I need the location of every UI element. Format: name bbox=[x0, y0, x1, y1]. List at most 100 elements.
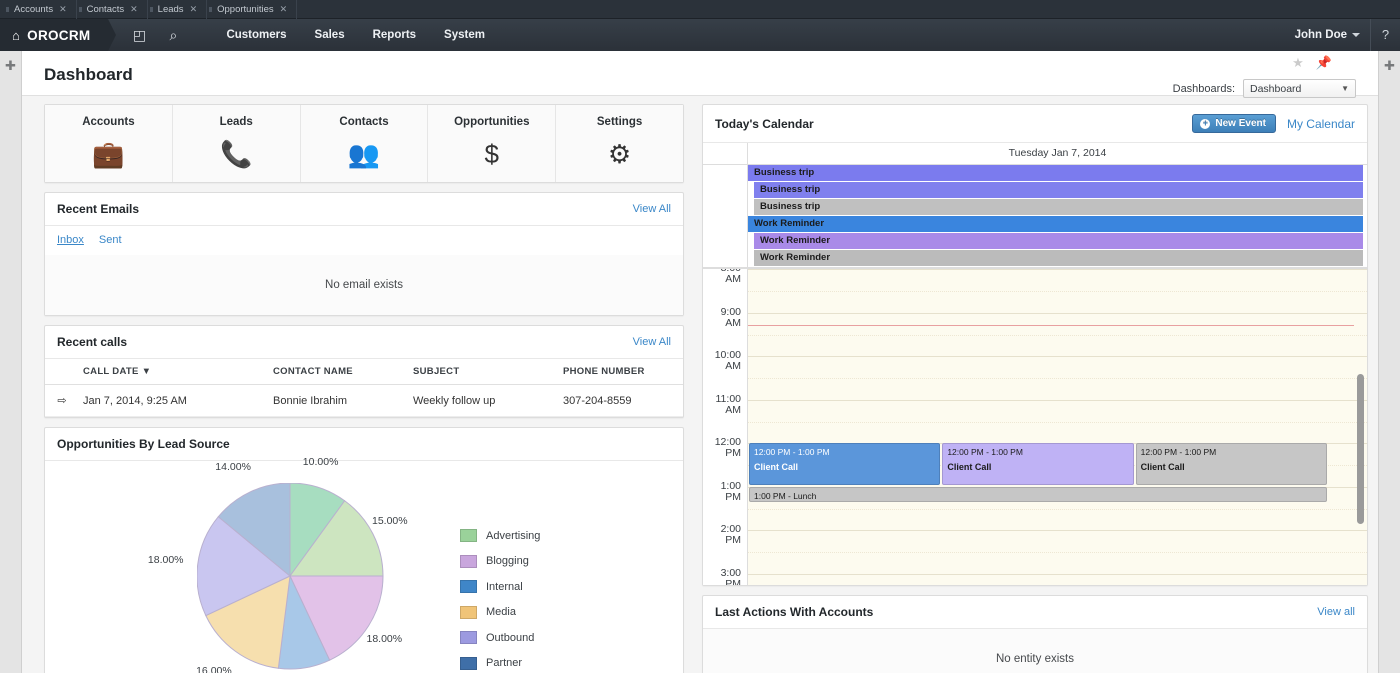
pie-label-media: 16.00% bbox=[196, 665, 232, 673]
email-tab-inbox[interactable]: Inbox bbox=[57, 234, 84, 246]
hour-label: 8:00 AM bbox=[703, 269, 748, 307]
calendar-event[interactable]: 12:00 PM - 1:00 PM Client Call bbox=[942, 443, 1134, 485]
table-header: CALL DATE ▼ CONTACT NAME SUBJECT PHONE NUMB… bbox=[45, 359, 683, 385]
hour-cell[interactable] bbox=[748, 530, 1367, 574]
accounts-icon: 💼 bbox=[92, 139, 125, 169]
pie-label-blogging: 18.00% bbox=[366, 632, 403, 645]
search-icon[interactable]: ⌕ bbox=[156, 19, 190, 51]
quick-launch-tiles: Accounts 💼 Leads 📞 Contacts 👥 Opportunit… bbox=[45, 105, 683, 182]
leads-icon: 📞 bbox=[220, 139, 253, 169]
contact-name-link[interactable]: Bonnie Ibrahim bbox=[269, 384, 409, 417]
event-time: 12:00 PM - 1:00 PM bbox=[1140, 447, 1217, 457]
legend-swatch bbox=[460, 554, 477, 568]
nav-item-customers[interactable]: Customers bbox=[212, 19, 300, 51]
legend-item-advertising[interactable]: Advertising bbox=[460, 529, 540, 542]
legend-label: Internal bbox=[486, 580, 523, 593]
tile-label: Accounts bbox=[82, 116, 135, 128]
recent-calls-header: Recent calls View All bbox=[45, 326, 683, 359]
nav-item-system[interactable]: System bbox=[430, 19, 499, 51]
add-left-panel-icon[interactable]: ✚ bbox=[5, 58, 16, 73]
legend-item-blogging[interactable]: Blogging bbox=[460, 554, 540, 568]
calendar-gutter-spacer bbox=[703, 143, 748, 164]
pie-label-partner: 14.00% bbox=[215, 461, 251, 474]
call-subject-link[interactable]: Weekly follow up bbox=[409, 384, 559, 417]
chart-title: Opportunities By Lead Source bbox=[57, 437, 230, 451]
all-day-event[interactable]: Work Reminder bbox=[754, 250, 1363, 266]
hour-label: 9:00 AM bbox=[703, 306, 748, 350]
plus-circle-icon: + bbox=[1200, 118, 1211, 129]
hour-cell[interactable] bbox=[748, 269, 1367, 313]
user-menu[interactable]: John Doe bbox=[1285, 29, 1370, 41]
calendar-event[interactable]: 12:00 PM - 1:00 PM Client Call bbox=[749, 443, 941, 485]
favorite-star-icon[interactable]: ★ bbox=[1292, 55, 1304, 71]
table-col-0[interactable]: CALL DATE ▼ bbox=[79, 359, 269, 385]
nav-item-sales[interactable]: Sales bbox=[301, 19, 359, 51]
event-title: Client Call bbox=[754, 462, 799, 472]
legend-item-outbound[interactable]: Outbound bbox=[460, 631, 540, 644]
last-actions-view-all[interactable]: View all bbox=[1317, 606, 1355, 618]
calendar-event[interactable]: 12:00 PM - 1:00 PM Client Call bbox=[1135, 443, 1327, 485]
quick-launch-accounts[interactable]: Accounts 💼 bbox=[45, 105, 173, 182]
page-body: ✚ Dashboard ★ 📌 Dashboards: Dashboard ▼ bbox=[0, 51, 1400, 673]
all-day-event[interactable]: Business trip bbox=[748, 165, 1363, 181]
email-tab-sent[interactable]: Sent bbox=[99, 234, 122, 246]
pinned-tab-label: Leads bbox=[157, 3, 184, 15]
dashboard-select[interactable]: Dashboard ▼ bbox=[1243, 79, 1356, 98]
table-col-icon bbox=[45, 359, 79, 385]
legend-item-media[interactable]: Media bbox=[460, 605, 540, 619]
close-icon[interactable]: ✕ bbox=[130, 4, 138, 15]
brand-logo[interactable]: ⌂ OROCRM bbox=[0, 19, 117, 51]
calendar-scrollbar-thumb[interactable] bbox=[1357, 374, 1364, 524]
all-day-event[interactable]: Business trip bbox=[754, 182, 1363, 198]
hour-cell[interactable] bbox=[748, 356, 1367, 400]
calendar-hour-row: 10:00 AM bbox=[703, 350, 1367, 400]
quick-launch-opportunities[interactable]: Opportunities $ bbox=[428, 105, 557, 182]
all-day-event[interactable]: Work Reminder bbox=[754, 233, 1363, 249]
tile-label: Leads bbox=[219, 116, 253, 128]
recent-emails-empty: No email exists bbox=[45, 255, 683, 315]
pinned-tab-accounts[interactable]: Accounts ✕ bbox=[4, 0, 77, 19]
pinned-tab-leads[interactable]: Leads ✕ bbox=[148, 0, 208, 19]
calendar-event[interactable]: 1:00 PM - Lunch bbox=[749, 486, 1327, 502]
help-icon[interactable]: ? bbox=[1370, 19, 1400, 51]
hour-cell[interactable] bbox=[748, 399, 1367, 444]
legend-item-partner[interactable]: Partner bbox=[460, 656, 540, 670]
nav-item-reports[interactable]: Reports bbox=[359, 19, 430, 51]
hour-cell[interactable] bbox=[748, 573, 1367, 586]
quick-launch-leads[interactable]: Leads 📞 bbox=[173, 105, 301, 182]
table-body: ⇨ Jan 7, 2014, 9:25 AM Bonnie Ibrahim We… bbox=[45, 384, 683, 417]
legend-swatch bbox=[460, 529, 477, 542]
widget-columns: Accounts 💼 Leads 📞 Contacts 👥 Opportunit… bbox=[22, 96, 1378, 673]
calendar-hour-row: 11:00 AM bbox=[703, 393, 1367, 444]
pin-icon[interactable]: 📌 bbox=[1316, 55, 1332, 71]
hour-cell[interactable] bbox=[748, 312, 1367, 357]
legend-item-internal[interactable]: Internal bbox=[460, 580, 540, 593]
close-icon[interactable]: ✕ bbox=[59, 4, 67, 15]
email-folder-tabs: Inbox Sent bbox=[45, 226, 683, 255]
quick-launch-settings[interactable]: Settings ⚙ bbox=[556, 105, 683, 182]
add-right-panel-icon[interactable]: ✚ bbox=[1384, 58, 1395, 73]
pinned-tab-contacts[interactable]: Contacts ✕ bbox=[77, 0, 148, 19]
settings-icon: ⚙ bbox=[607, 139, 632, 169]
quick-launch-contacts[interactable]: Contacts 👥 bbox=[301, 105, 429, 182]
left-column: Accounts 💼 Leads 📞 Contacts 👥 Opportunit… bbox=[22, 96, 694, 673]
all-day-event[interactable]: Work Reminder bbox=[748, 216, 1363, 232]
table-row[interactable]: ⇨ Jan 7, 2014, 9:25 AM Bonnie Ibrahim We… bbox=[45, 384, 683, 417]
shortcuts-icon[interactable]: ◰ bbox=[122, 19, 156, 51]
new-event-button[interactable]: + New Event bbox=[1192, 114, 1276, 133]
dashboard-select-value: Dashboard bbox=[1250, 82, 1302, 95]
all-day-event[interactable]: Business trip bbox=[754, 199, 1363, 215]
close-icon[interactable]: ✕ bbox=[280, 4, 288, 15]
tile-label: Contacts bbox=[339, 116, 389, 128]
close-icon[interactable]: ✕ bbox=[190, 4, 198, 15]
my-calendar-link[interactable]: My Calendar bbox=[1287, 117, 1355, 131]
phone-number: 307-204-8559 bbox=[559, 384, 683, 417]
pie-chart bbox=[196, 482, 385, 673]
recent-emails-view-all[interactable]: View All bbox=[633, 203, 671, 215]
table-col-3: PHONE NUMBER bbox=[559, 359, 683, 385]
calendar-time-grid[interactable]: 8:00 AM 9:00 AM 10:00 AM 11:00 AM 12:00 … bbox=[703, 269, 1367, 585]
recent-calls-view-all[interactable]: View All bbox=[633, 336, 671, 348]
calendar-hour-row: 8:00 AM bbox=[703, 269, 1367, 313]
pinned-tab-opportunities[interactable]: Opportunities ✕ bbox=[207, 0, 298, 19]
recent-calls-title: Recent calls bbox=[57, 335, 128, 349]
